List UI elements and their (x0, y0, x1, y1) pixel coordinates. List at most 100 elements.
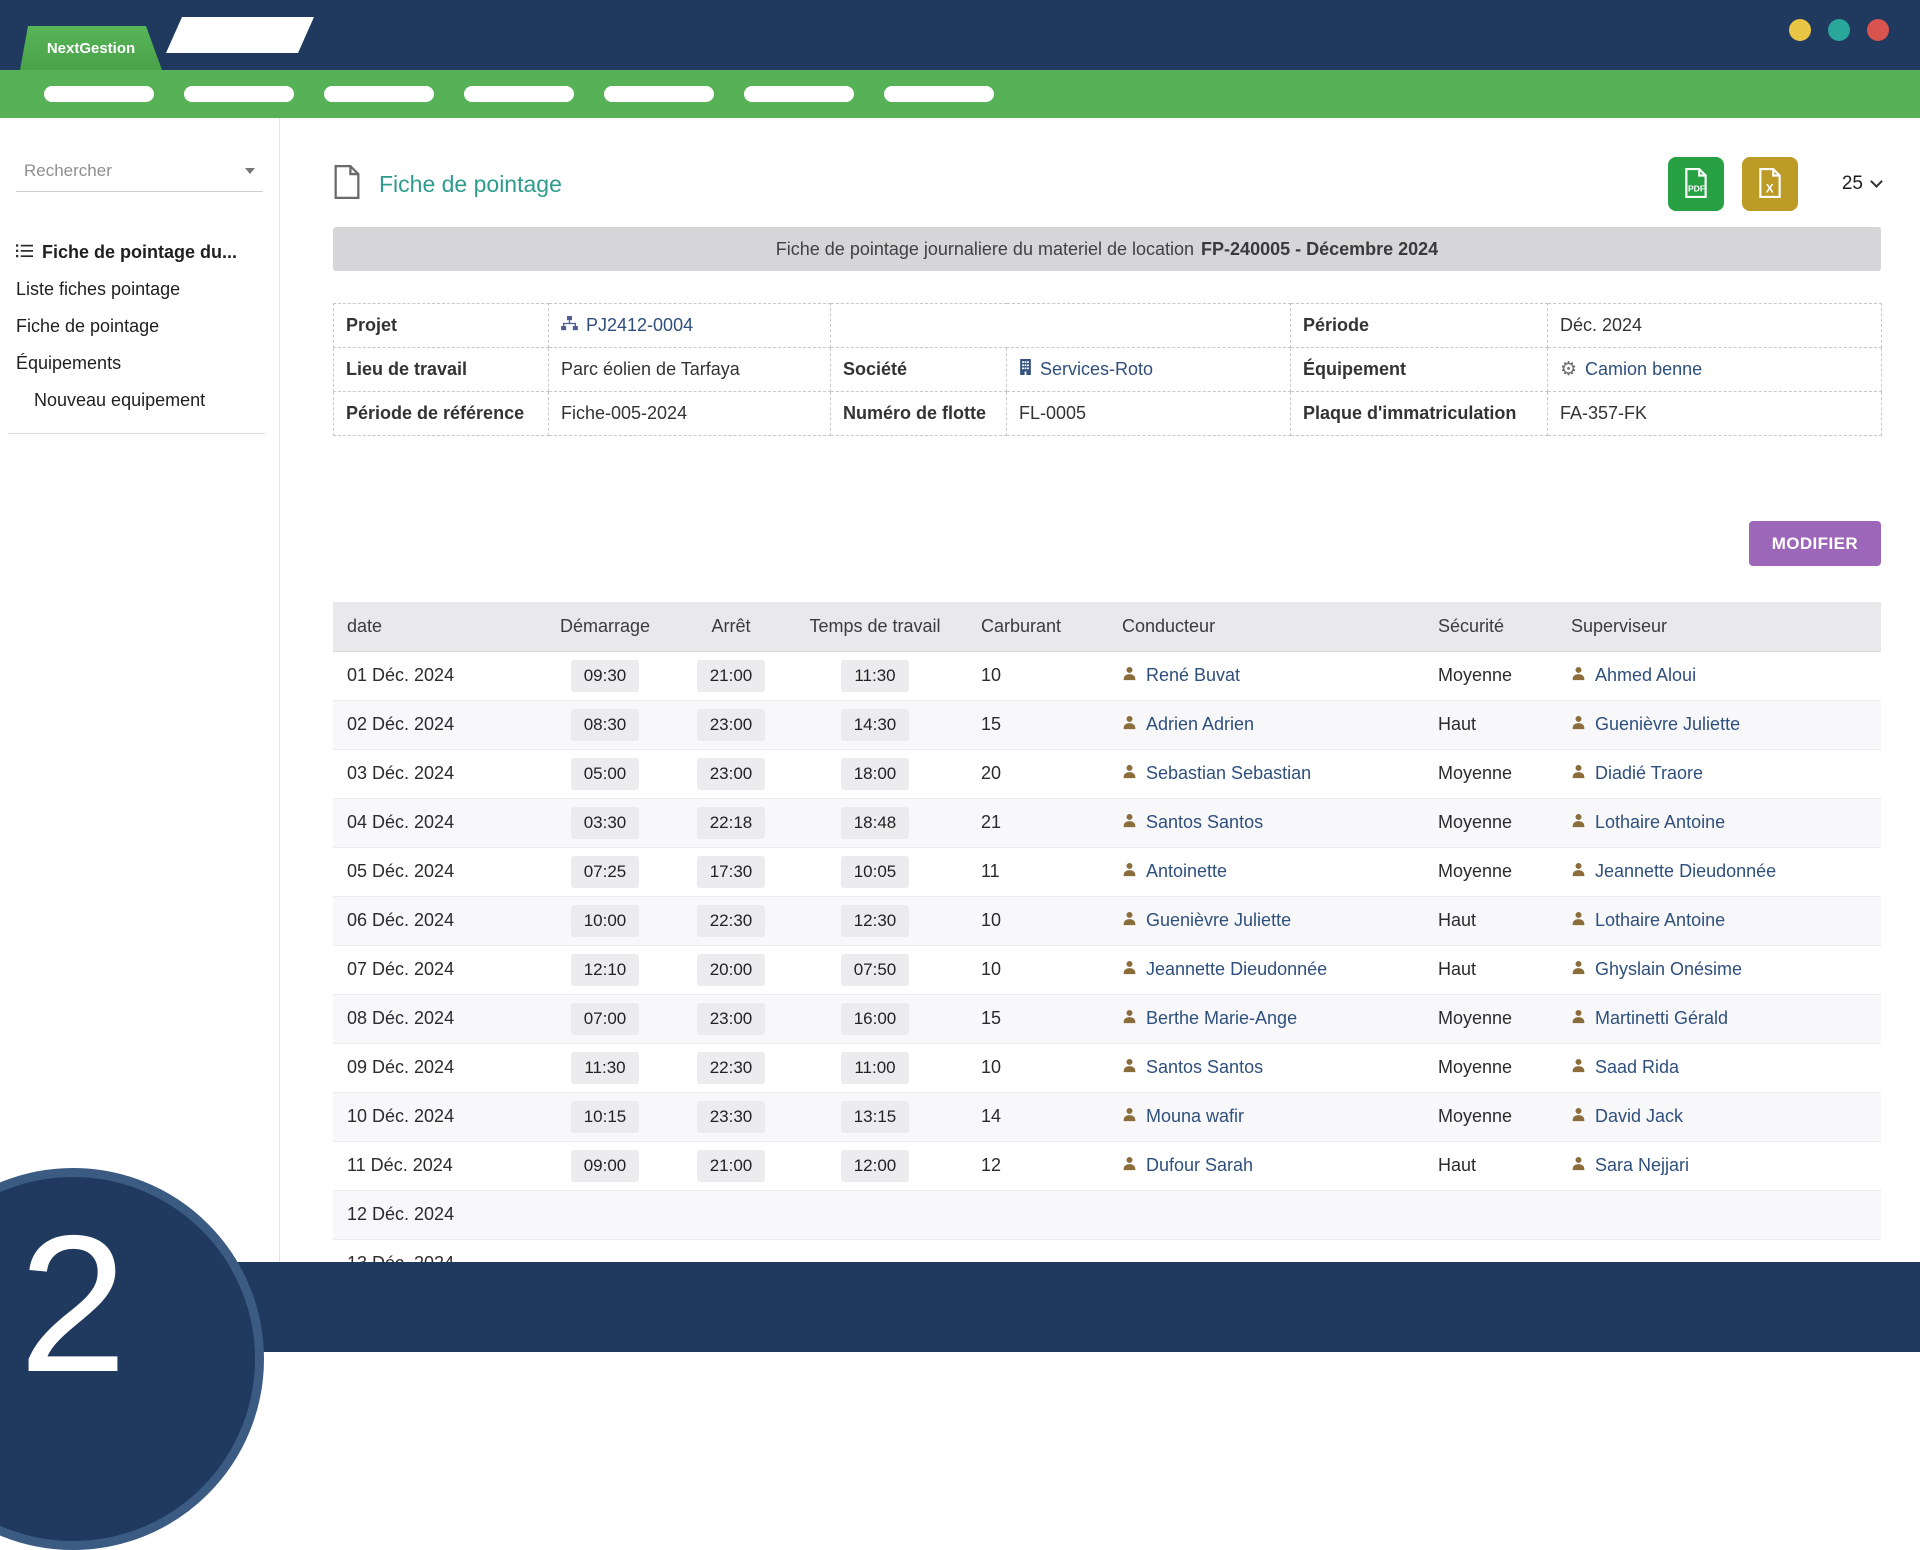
time-badge: 11:00 (841, 1052, 908, 1084)
time-badge: 22:30 (697, 1052, 766, 1084)
table-row: 08 Déc. 202407:0023:0016:0015Berthe Mari… (333, 994, 1881, 1043)
superviseur-link[interactable]: Lothaire Antoine (1595, 812, 1725, 833)
time-badge: 13:15 (841, 1101, 910, 1133)
sidebar-item[interactable]: Équipements (0, 345, 279, 382)
cell-demarrage: 05:00 (531, 749, 679, 798)
superviseur-link[interactable]: Sara Nejjari (1595, 1155, 1689, 1176)
person-icon (1122, 1155, 1137, 1176)
conducteur-link[interactable]: Adrien Adrien (1146, 714, 1254, 735)
projet-link[interactable]: PJ2412-0004 (561, 315, 693, 336)
cell-demarrage: 07:25 (531, 847, 679, 896)
superviseur-link[interactable]: David Jack (1595, 1106, 1683, 1127)
time-badge: 05:00 (571, 758, 640, 790)
cell-carburant (967, 1190, 1108, 1239)
time-badge: 21:00 (697, 1150, 766, 1182)
equipement-link[interactable]: ⚙︎ Camion benne (1560, 359, 1702, 380)
conducteur-link[interactable]: Sebastian Sebastian (1146, 763, 1311, 784)
svg-text:PDF: PDF (1688, 183, 1705, 193)
sidebar-item[interactable]: Fiche de pointage du... (0, 234, 279, 271)
cell-conducteur: Guenièvre Juliette (1108, 896, 1424, 945)
person-icon (1122, 1106, 1137, 1127)
nav-item-redacted[interactable] (604, 86, 714, 102)
cell-date: 07 Déc. 2024 (333, 945, 531, 994)
modifier-button[interactable]: MODIFIER (1749, 521, 1881, 566)
superviseur-link[interactable]: Guenièvre Juliette (1595, 714, 1740, 735)
superviseur-link[interactable]: Lothaire Antoine (1595, 910, 1725, 931)
societe-label: Société (831, 348, 1007, 392)
cell-temps: 10:05 (783, 847, 967, 896)
window-minimize-button[interactable] (1789, 19, 1811, 41)
cell-conducteur: Jeannette Dieudonnée (1108, 945, 1424, 994)
plaque-value: FA-357-FK (1548, 392, 1882, 436)
project-icon (561, 315, 578, 336)
nav-item-redacted[interactable] (884, 86, 994, 102)
conducteur-link[interactable]: Santos Santos (1146, 812, 1263, 833)
conducteur-link[interactable]: Mouna wafir (1146, 1106, 1244, 1127)
superviseur-link[interactable]: Ahmed Aloui (1595, 665, 1696, 686)
nav-item-redacted[interactable] (744, 86, 854, 102)
column-header-superviseur: Superviseur (1557, 602, 1881, 651)
window-close-button[interactable] (1867, 19, 1889, 41)
step-annotation-circle: 2 (0, 1168, 264, 1550)
cell-superviseur: Lothaire Antoine (1557, 896, 1881, 945)
sidebar-item[interactable]: Liste fiches pointage (0, 271, 279, 308)
table-row: 12 Déc. 2024 (333, 1190, 1881, 1239)
sheet-title-banner: Fiche de pointage journaliere du materie… (333, 227, 1881, 271)
page-size-select[interactable]: 25 (1842, 173, 1881, 195)
browser-tab[interactable] (166, 17, 314, 53)
cell-temps: 16:00 (783, 994, 967, 1043)
superviseur-link[interactable]: Diadié Traore (1595, 763, 1703, 784)
nav-item-redacted[interactable] (464, 86, 574, 102)
conducteur-link[interactable]: Guenièvre Juliette (1146, 910, 1291, 931)
cell-demarrage: 08:30 (531, 700, 679, 749)
time-badge: 18:00 (841, 758, 910, 790)
conducteur-link[interactable]: Santos Santos (1146, 1057, 1263, 1078)
banner-reference: FP-240005 - Décembre 2024 (1201, 239, 1438, 260)
footer-band (0, 1262, 1920, 1352)
person-icon (1571, 1106, 1586, 1127)
cell-temps: 13:15 (783, 1092, 967, 1141)
time-badge: 07:50 (841, 954, 910, 986)
cell-carburant: 10 (967, 945, 1108, 994)
cell-superviseur: Martinetti Gérald (1557, 994, 1881, 1043)
top-bar: NextGestion (0, 0, 1920, 70)
cell-securite: Moyenne (1424, 1092, 1557, 1141)
conducteur-link[interactable]: Jeannette Dieudonnée (1146, 959, 1327, 980)
time-badge: 10:00 (571, 905, 640, 937)
table-row: 11 Déc. 202409:0021:0012:0012Dufour Sara… (333, 1141, 1881, 1190)
cell-demarrage: 09:00 (531, 1141, 679, 1190)
sidebar-menu: Fiche de pointage du... Liste fiches poin… (0, 234, 279, 419)
conducteur-link[interactable]: René Buvat (1146, 665, 1240, 686)
superviseur-link[interactable]: Ghyslain Onésime (1595, 959, 1742, 980)
cell-conducteur (1108, 1190, 1424, 1239)
window-maximize-button[interactable] (1828, 19, 1850, 41)
conducteur-link[interactable]: Antoinette (1146, 861, 1227, 882)
export-excel-button[interactable]: X (1742, 157, 1798, 211)
export-pdf-button[interactable]: PDF (1668, 157, 1724, 211)
superviseur-link[interactable]: Martinetti Gérald (1595, 1008, 1728, 1029)
conducteur-link[interactable]: Dufour Sarah (1146, 1155, 1253, 1176)
cell-conducteur: Antoinette (1108, 847, 1424, 896)
superviseur-link[interactable]: Jeannette Dieudonnée (1595, 861, 1776, 882)
societe-link[interactable]: Services-Roto (1019, 359, 1153, 380)
cell-carburant: 20 (967, 749, 1108, 798)
cell-securite (1424, 1190, 1557, 1239)
cell-demarrage: 10:00 (531, 896, 679, 945)
superviseur-link[interactable]: Saad Rida (1595, 1057, 1679, 1078)
brand-tab[interactable]: NextGestion (20, 26, 162, 70)
nav-item-redacted[interactable] (324, 86, 434, 102)
nav-item-redacted[interactable] (44, 86, 154, 102)
banner-text: Fiche de pointage journaliere du materie… (776, 239, 1194, 260)
periode-value: Déc. 2024 (1548, 304, 1882, 348)
cell-conducteur: Adrien Adrien (1108, 700, 1424, 749)
sidebar-item[interactable]: Nouveau equipement (0, 382, 279, 419)
page-title: Fiche de pointage (379, 171, 562, 198)
sidebar-item[interactable]: Fiche de pointage (0, 308, 279, 345)
conducteur-link[interactable]: Berthe Marie-Ange (1146, 1008, 1297, 1029)
cell-date: 03 Déc. 2024 (333, 749, 531, 798)
nav-item-redacted[interactable] (184, 86, 294, 102)
person-icon (1571, 1057, 1586, 1078)
sidebar-item-label: Liste fiches pointage (16, 279, 180, 300)
search-input[interactable]: Rechercher (16, 152, 263, 192)
time-badge: 09:30 (571, 660, 640, 692)
